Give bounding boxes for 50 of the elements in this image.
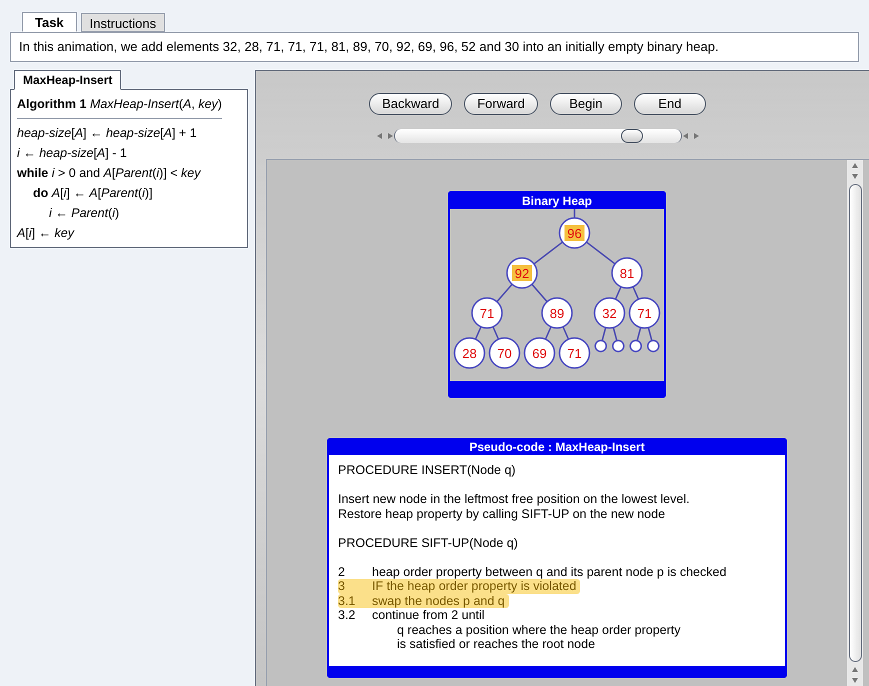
tab[interactable]: Task [22,12,77,32]
pseudo-code-step: 2 heap order property between q and its parent node p is checked [338,564,726,579]
heap-node: 89 [541,297,573,329]
slider-thumb[interactable] [620,129,643,143]
heap-node: 32 [594,297,626,329]
pseudo-code-line: q reaches a position where the heap order property [397,622,681,637]
pseudo-code-line: Insert new node in the leftmost free position on the lowest level. [338,492,690,506]
pseudo-code-line: PROCEDURE SIFT-UP(Node q) [338,536,518,550]
heap-node: 70 [488,337,520,369]
scroll-arrows-icon[interactable] [850,666,860,684]
heap-node: 71 [558,337,590,369]
playback-button[interactable]: Forward [464,93,538,115]
pseudo-code-step: 3.1 swap the nodes p and q [338,594,509,608]
heap-node: 81 [611,257,643,289]
heap-node: 96 [558,217,590,249]
playback-button[interactable]: Begin [550,93,622,115]
playback-button[interactable]: End [634,93,706,115]
tab[interactable]: Instructions [80,13,166,32]
heap-node: 71 [471,297,503,329]
scrollbar-thumb[interactable] [848,184,862,662]
panel-title: Pseudo-code : MaxHeap-Insert [329,440,785,455]
pseudo-code-step: 3.2 continue from 2 until [338,608,485,622]
heap-node: 28 [454,337,486,369]
pseudo-code-step: 3 IF the heap order property is violated [338,579,580,594]
empty-node [630,340,642,352]
heap-node: 69 [524,337,556,369]
slider-track[interactable] [394,129,682,143]
pseudo-code-line: PROCEDURE INSERT(Node q) [338,463,516,478]
pseudo-code-line: is satisfied or reaches the root node [397,637,596,652]
empty-node [647,340,660,352]
tab[interactable]: MaxHeap-Insert [14,70,122,90]
playback-button[interactable]: Backward [369,93,452,115]
algorithm-line: do A[i] ← A[Parent(i)] [33,185,153,202]
algorithm-line: while i > 0 and A[Parent(i)] < key [17,165,200,182]
algorithm-line: i ← Parent(i) [49,205,120,222]
algorithm-line: i ← heap-size[A] - 1 [17,145,127,162]
panel-title: Binary Heap [450,193,664,209]
algorithm-heading: Algorithm 1 MaxHeap-Insert(A, key) [17,94,222,119]
heap-node: 92 [506,257,538,289]
algorithm-line: A[i] ← key [17,225,74,242]
pseudo-code-line: Restore heap property by calling SIFT-UP on the new node [338,506,666,521]
task-description: In this animation, we add elements 32, 28, 71, 71, 71, 81, 89, 70, 92, 69, 96, 52 and 30 into an initially empty binary heap. [10,32,859,62]
algorithm-line: heap-size[A] ← heap-size[A] + 1 [17,125,197,142]
vertical-scrollbar[interactable] [847,160,863,686]
scroll-arrows-icon[interactable] [850,162,860,180]
heap-node: 71 [628,297,660,329]
scroll-arrows-icon[interactable] [376,131,394,141]
empty-node [612,340,624,352]
empty-node [594,340,607,352]
scroll-arrows-icon[interactable] [682,131,700,141]
